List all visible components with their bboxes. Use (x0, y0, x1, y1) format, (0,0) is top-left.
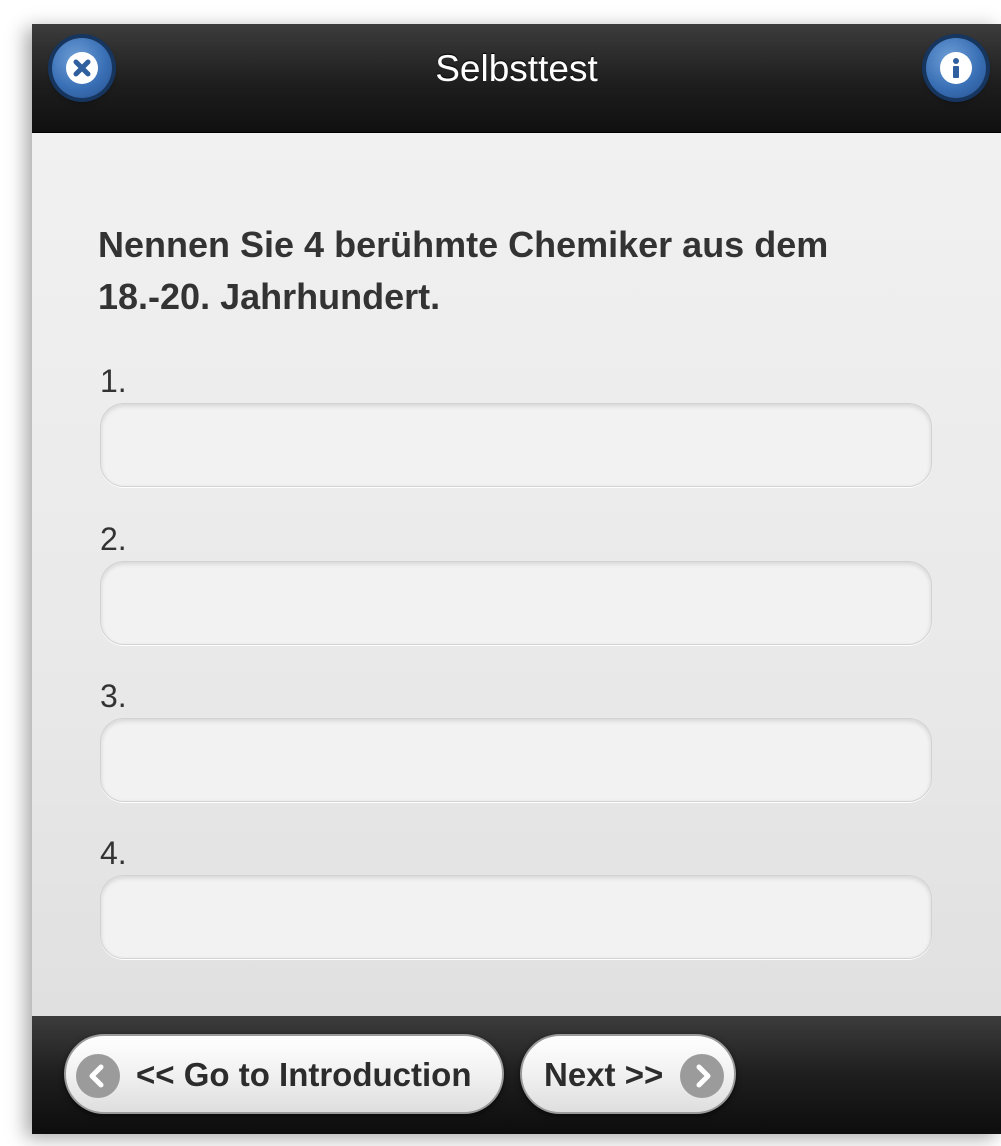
quiz-content: Nennen Sie 4 berühmte Chemiker aus dem 1… (32, 133, 1001, 1016)
next-button[interactable]: Next >> (520, 1034, 736, 1114)
info-button[interactable] (926, 38, 986, 98)
question-text: Nennen Sie 4 berühmte Chemiker aus dem 1… (98, 224, 829, 317)
answer-label-4: 4. (100, 835, 127, 871)
next-label: Next >> (544, 1056, 664, 1093)
answer-field-4[interactable] (100, 875, 932, 959)
header-bar: Selbsttest (32, 24, 1001, 133)
answer-field-1[interactable] (100, 403, 932, 487)
answer-label-2: 2. (100, 521, 127, 557)
info-icon (940, 52, 972, 84)
answer-field-2[interactable] (100, 561, 932, 645)
answer-label-3: 3. (100, 678, 127, 714)
go-to-introduction-button[interactable]: << Go to Introduction (64, 1034, 504, 1114)
arrow-right-icon (680, 1054, 724, 1098)
page-title: Selbsttest (435, 48, 598, 89)
footer-bar: << Go to Introduction Next >> (32, 1016, 1001, 1134)
answer-label-1: 1. (100, 363, 127, 399)
arrow-left-icon (76, 1054, 120, 1098)
app-window: Selbsttest Nennen Sie 4 berühmte Chemike… (32, 24, 1001, 1134)
answer-field-3[interactable] (100, 718, 932, 802)
go-to-introduction-label: << Go to Introduction (136, 1056, 472, 1093)
